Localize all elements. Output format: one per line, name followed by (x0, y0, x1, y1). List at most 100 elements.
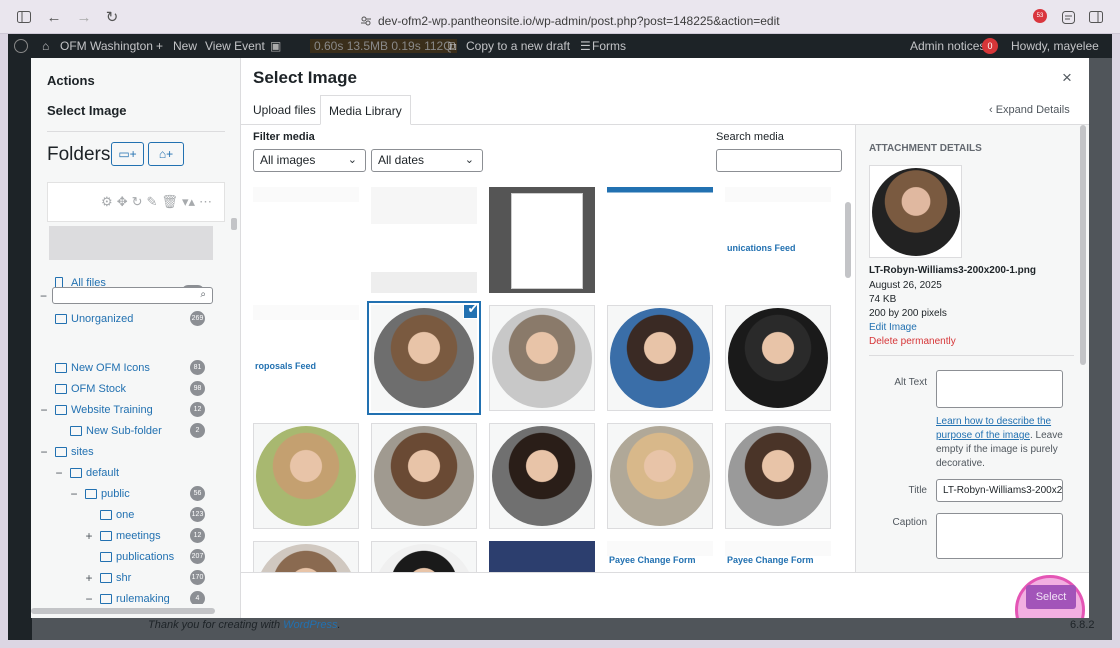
wordpress-logo-icon[interactable] (14, 39, 28, 53)
attachment-thumbnail[interactable] (725, 423, 831, 529)
move-icon[interactable]: ✥ (117, 194, 128, 210)
address-bar[interactable]: dev-ofm2-wp.pantheonsite.io/wp-admin/pos… (360, 12, 780, 30)
admin-notices-link[interactable]: Admin notices (910, 39, 985, 53)
attachment-thumbnail[interactable] (253, 187, 359, 293)
attachment-thumbnail[interactable] (371, 187, 477, 293)
folder-item[interactable]: OFM Stock 98 (31, 378, 231, 399)
selected-portrait (872, 168, 960, 256)
menu-select-image[interactable]: Select Image (47, 103, 127, 118)
expand-details-button[interactable]: ‹ Expand Details (989, 104, 1070, 116)
folder-item[interactable]: − rulemaking 4 (31, 588, 231, 604)
attachment-thumbnail[interactable]: Payee Change Form (607, 541, 713, 572)
tab-media-library[interactable]: Media Library (320, 95, 411, 125)
sort-icon[interactable]: ▾▴ (182, 194, 195, 210)
site-name-link[interactable]: OFM Washington (60, 39, 153, 53)
folder-item[interactable]: + shr 170 (31, 567, 231, 588)
attachment-thumbnail[interactable]: unications Feed (725, 187, 831, 293)
folder-search-input[interactable]: ⌕ (52, 287, 213, 304)
menu-actions[interactable]: Actions (47, 73, 95, 88)
sidebar-toggle-icon[interactable] (16, 9, 32, 25)
screenshot-caption: Payee Change Form (727, 555, 814, 565)
folder-scrollbar[interactable] (231, 218, 237, 230)
attachment-thumbnail[interactable] (253, 423, 359, 529)
expand-icon[interactable]: + (84, 529, 94, 543)
attachment-thumbnail[interactable] (489, 305, 595, 411)
title-field[interactable]: LT-Robyn-Williams3-200x200-1 (936, 479, 1063, 502)
attachment-thumbnail[interactable] (607, 423, 713, 529)
back-icon[interactable]: ← (46, 9, 62, 26)
folder-item[interactable]: − sites (31, 441, 231, 462)
edit-image-link[interactable]: Edit Image (869, 322, 917, 333)
portrait-image (610, 426, 710, 526)
filter-date-select[interactable]: All dates ⌄ (371, 149, 483, 172)
details-scrollbar[interactable] (1080, 125, 1086, 365)
copy-draft-link[interactable]: Copy to a new draft (466, 39, 570, 53)
new-folder-button[interactable]: ▭ + (111, 142, 144, 166)
folder-item[interactable]: New Sub-folder 2 (31, 420, 231, 441)
delete-permanently-link[interactable]: Delete permanently (869, 336, 956, 347)
attachment-thumbnail[interactable] (253, 541, 359, 572)
search-media-input[interactable] (716, 149, 842, 172)
caption-field[interactable] (936, 513, 1063, 559)
attachment-thumbnail[interactable]: Payee Change Form (725, 541, 831, 572)
attachment-thumbnail[interactable] (489, 187, 595, 293)
folder-item[interactable]: − default (31, 462, 231, 483)
attachment-thumbnail[interactable] (489, 423, 595, 529)
attachment-thumbnail[interactable] (607, 305, 713, 411)
edit-icon[interactable]: ✎ (147, 194, 158, 210)
howdy-user-link[interactable]: Howdy, mayelee (1011, 39, 1099, 53)
folder-hscrollbar[interactable] (31, 608, 215, 614)
filter-type-select[interactable]: All images ⌄ (253, 149, 366, 172)
collapse-icon[interactable]: − (39, 445, 49, 459)
folder-item[interactable]: − public 56 (31, 483, 231, 504)
trash-icon[interactable]: 🗑 (161, 194, 178, 210)
attachment-thumbnail[interactable]: ✔ (371, 305, 477, 411)
view-event-link[interactable]: View Event (205, 39, 265, 53)
select-button[interactable]: Select (1026, 585, 1076, 609)
collapse-icon[interactable]: − (84, 592, 94, 605)
chevron-down-icon: ⌄ (347, 154, 357, 166)
folder-item[interactable]: − Website Training 12 (31, 399, 231, 420)
attachment-thumbnail[interactable]: roposals Feed (253, 305, 359, 411)
reload-icon[interactable]: ↻ (104, 9, 120, 26)
import-folder-button[interactable]: ⌂ + (148, 142, 184, 166)
new-content-link[interactable]: New (173, 39, 197, 53)
more-icon[interactable]: ⋯ (199, 194, 212, 210)
alt-text-field[interactable] (936, 370, 1063, 408)
folder-item[interactable]: + meetings 12 (31, 525, 231, 546)
settings-icon[interactable]: ⚙ (101, 194, 113, 210)
extension-badge-icon[interactable]: 53 (1033, 9, 1047, 23)
collapse-icon[interactable]: − (39, 403, 49, 417)
collapse-icon[interactable]: − (69, 487, 79, 501)
reader-icon[interactable] (1060, 9, 1076, 25)
split-view-icon[interactable] (1088, 9, 1104, 25)
folder-item[interactable]: publications 207 (31, 546, 231, 567)
folder-label: New OFM Icons (71, 361, 150, 374)
attachment-thumbnail[interactable] (371, 423, 477, 529)
tab-upload-files[interactable]: Upload files (245, 95, 324, 125)
forms-link[interactable]: Forms (592, 39, 626, 53)
grid-scrollbar[interactable] (845, 202, 851, 278)
attachment-thumbnail[interactable] (607, 187, 713, 293)
wordpress-link[interactable]: WordPress (283, 619, 337, 631)
close-icon[interactable]: × (1062, 68, 1072, 88)
collapse-icon[interactable]: − (54, 466, 64, 480)
expand-icon[interactable]: + (84, 571, 94, 585)
search-icon: ⌕ (200, 289, 206, 300)
screenshot-caption: roposals Feed (255, 361, 317, 371)
attachment-thumbnail[interactable] (725, 305, 831, 411)
home-icon[interactable]: ⌂ (42, 39, 49, 53)
attachment-thumbnail[interactable] (371, 541, 477, 572)
site-settings-icon[interactable] (360, 15, 372, 27)
folder-label: Unorganized (71, 312, 134, 325)
folder-item[interactable]: Unorganized 269 (31, 308, 231, 329)
selected-check-icon[interactable]: ✔ (463, 305, 477, 319)
attachment-thumbnail[interactable] (489, 541, 595, 572)
yoast-icon[interactable]: ▣ (270, 39, 281, 53)
forward-icon[interactable]: → (76, 9, 92, 26)
folder-item[interactable]: one 123 (31, 504, 231, 525)
query-monitor-stats[interactable]: 0.60s 13.5MB 0.19s 112Q (310, 39, 457, 53)
refresh-icon[interactable]: ↻ (132, 194, 143, 210)
collapse-all-icon[interactable]: − (40, 289, 47, 303)
folder-item[interactable]: New OFM Icons 81 (31, 357, 231, 378)
